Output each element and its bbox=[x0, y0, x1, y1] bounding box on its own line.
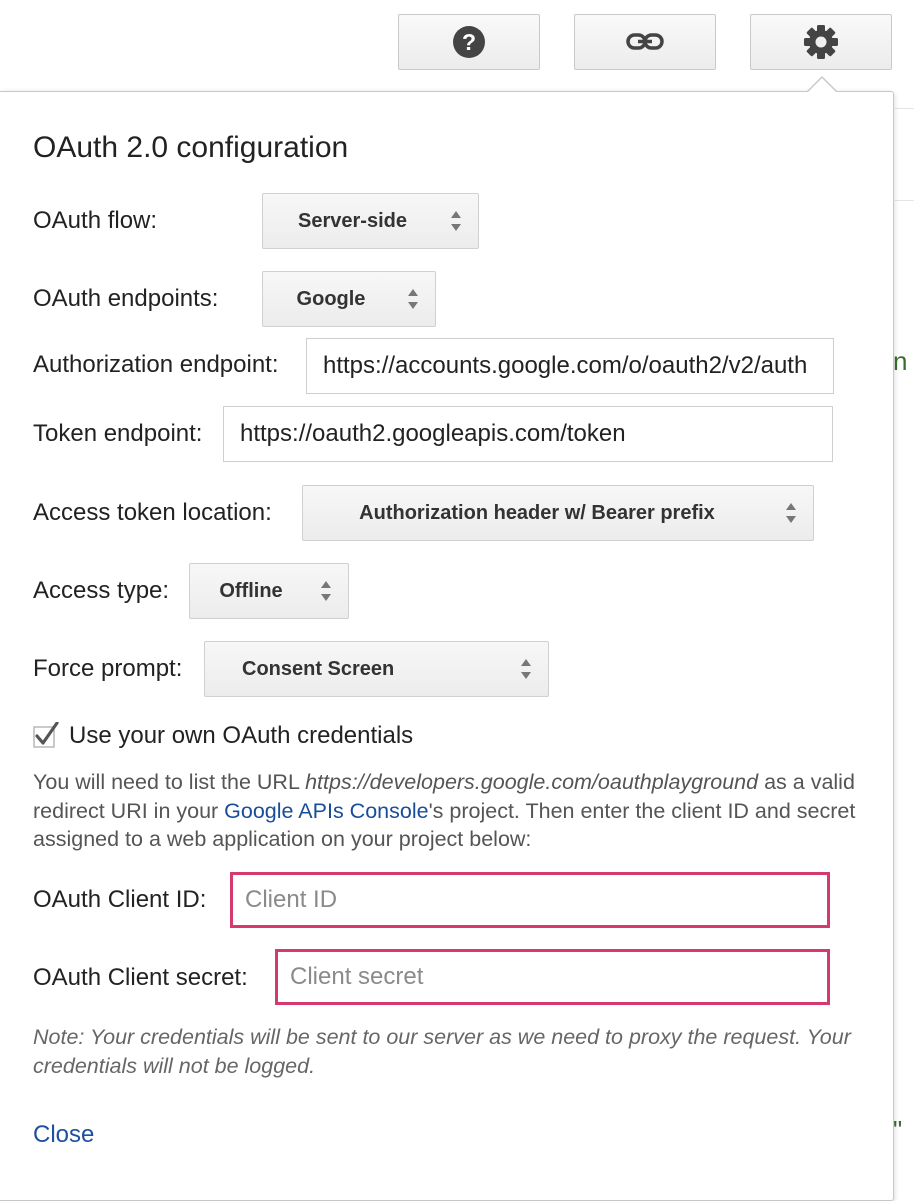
help-text-part: You will need to list the URL bbox=[33, 770, 306, 794]
question-circle-icon: ? bbox=[453, 26, 485, 58]
access-token-location-value: Authorization header w/ Bearer prefix bbox=[359, 501, 715, 524]
force-prompt-label: Force prompt: bbox=[33, 655, 183, 682]
panel-title: OAuth 2.0 configuration bbox=[33, 131, 349, 164]
access-token-location-label: Access token location: bbox=[33, 499, 272, 526]
client-id-input[interactable] bbox=[230, 872, 830, 928]
access-type-label: Access type: bbox=[33, 577, 170, 604]
token-endpoint-label: Token endpoint: bbox=[33, 420, 203, 447]
authorization-endpoint-input[interactable] bbox=[306, 338, 834, 394]
settings-button[interactable] bbox=[750, 14, 892, 70]
credentials-note: Note: Your credentials will be sent to o… bbox=[33, 1025, 851, 1078]
google-apis-console-link[interactable]: Google APIs Console bbox=[224, 799, 428, 823]
oauth-flow-select[interactable]: Server-side bbox=[262, 193, 479, 249]
token-endpoint-input[interactable] bbox=[223, 406, 833, 462]
select-arrows-icon bbox=[521, 659, 531, 679]
close-link[interactable]: Close bbox=[33, 1121, 94, 1149]
own-credentials-label[interactable]: Use your own OAuth credentials bbox=[69, 722, 413, 750]
background-divider bbox=[895, 200, 914, 201]
authorization-endpoint-label: Authorization endpoint: bbox=[33, 351, 279, 378]
panel-pointer-fill bbox=[807, 78, 837, 93]
force-prompt-select[interactable]: Consent Screen bbox=[204, 641, 549, 697]
access-type-value: Offline bbox=[219, 579, 283, 602]
svg-text:?: ? bbox=[462, 29, 476, 55]
background-divider bbox=[895, 108, 914, 109]
help-button[interactable]: ? bbox=[398, 14, 540, 70]
link-button[interactable] bbox=[574, 14, 716, 70]
client-secret-input[interactable] bbox=[275, 949, 830, 1005]
background-text-fragment: " bbox=[893, 1115, 903, 1145]
select-arrows-icon bbox=[321, 581, 331, 601]
redirect-url-text: https://developers.google.com/oauthplayg… bbox=[305, 770, 759, 794]
gear-icon bbox=[804, 25, 838, 59]
client-secret-label: OAuth Client secret: bbox=[33, 964, 248, 991]
client-id-label: OAuth Client ID: bbox=[33, 886, 207, 913]
oauth-endpoints-value: Google bbox=[296, 287, 366, 310]
select-arrows-icon bbox=[451, 211, 461, 231]
force-prompt-value: Consent Screen bbox=[242, 657, 395, 680]
oauth-endpoints-label: OAuth endpoints: bbox=[33, 285, 219, 312]
background-text-fragment: n bbox=[893, 346, 908, 376]
oauth-flow-label: OAuth flow: bbox=[33, 207, 158, 234]
select-arrows-icon bbox=[786, 503, 796, 523]
access-token-location-select[interactable]: Authorization header w/ Bearer prefix bbox=[302, 485, 814, 541]
oauth-flow-value: Server-side bbox=[298, 209, 407, 232]
credentials-help-text: You will need to list the URL https://de… bbox=[33, 768, 883, 854]
oauth-endpoints-select[interactable]: Google bbox=[262, 271, 436, 327]
select-arrows-icon bbox=[408, 289, 418, 309]
link-icon bbox=[626, 33, 664, 50]
access-type-select[interactable]: Offline bbox=[189, 563, 349, 619]
own-credentials-checkbox[interactable] bbox=[33, 722, 59, 748]
